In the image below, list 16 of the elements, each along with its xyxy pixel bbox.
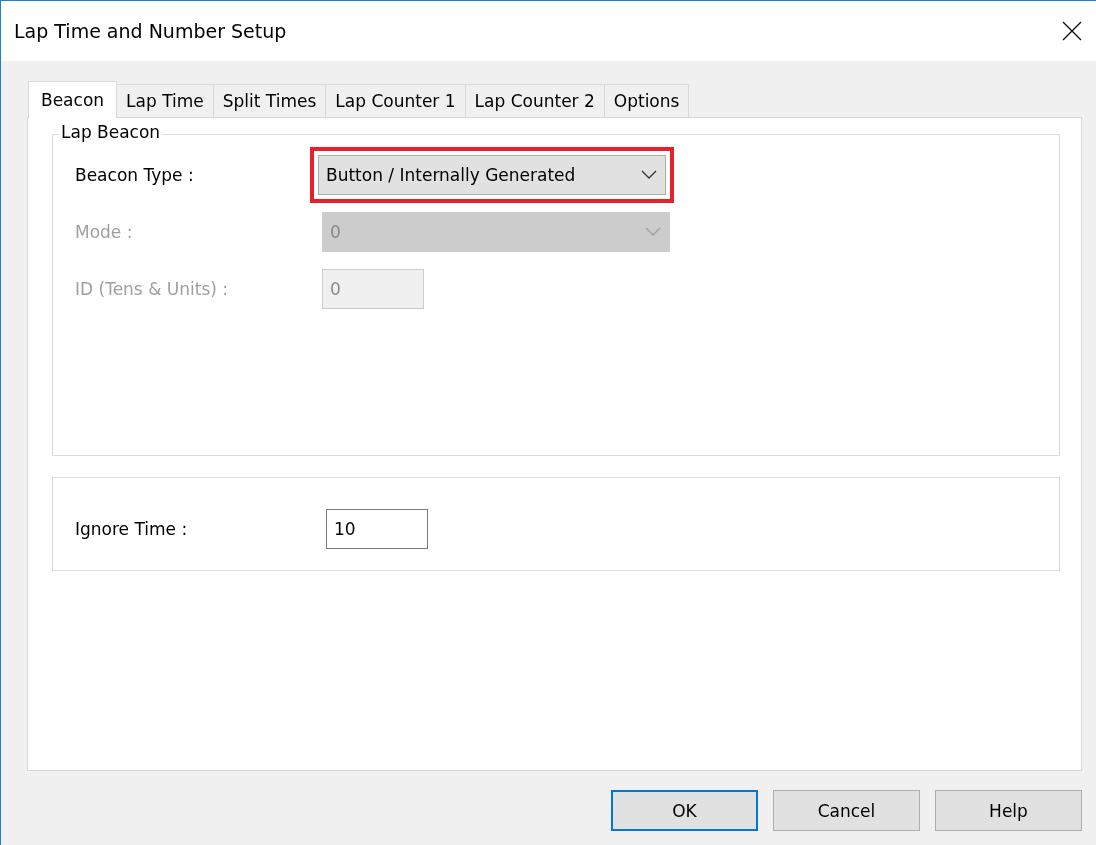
window-title: Lap Time and Number Setup xyxy=(14,20,287,42)
tab[interactable]: Options xyxy=(603,84,690,117)
field-label: Beacon Type : xyxy=(75,165,194,185)
field-label: Mode : xyxy=(75,222,133,242)
dialog-button[interactable]: OK xyxy=(611,790,758,831)
field-label: ID (Tens & Units) : xyxy=(75,279,229,299)
field-label: Ignore Time : xyxy=(75,519,188,539)
tab[interactable]: Beacon xyxy=(28,81,118,118)
dialog-button[interactable]: Cancel xyxy=(773,790,920,831)
input-field[interactable]: 10 xyxy=(326,509,428,549)
close-icon[interactable] xyxy=(1062,21,1082,41)
dropdown[interactable]: Button / Internally Generated xyxy=(318,155,666,195)
chevron-icon xyxy=(641,170,657,180)
chevron-icon xyxy=(645,227,661,237)
dialog-button[interactable]: Help xyxy=(935,790,1082,831)
group-title: Lap Beacon xyxy=(59,122,163,142)
